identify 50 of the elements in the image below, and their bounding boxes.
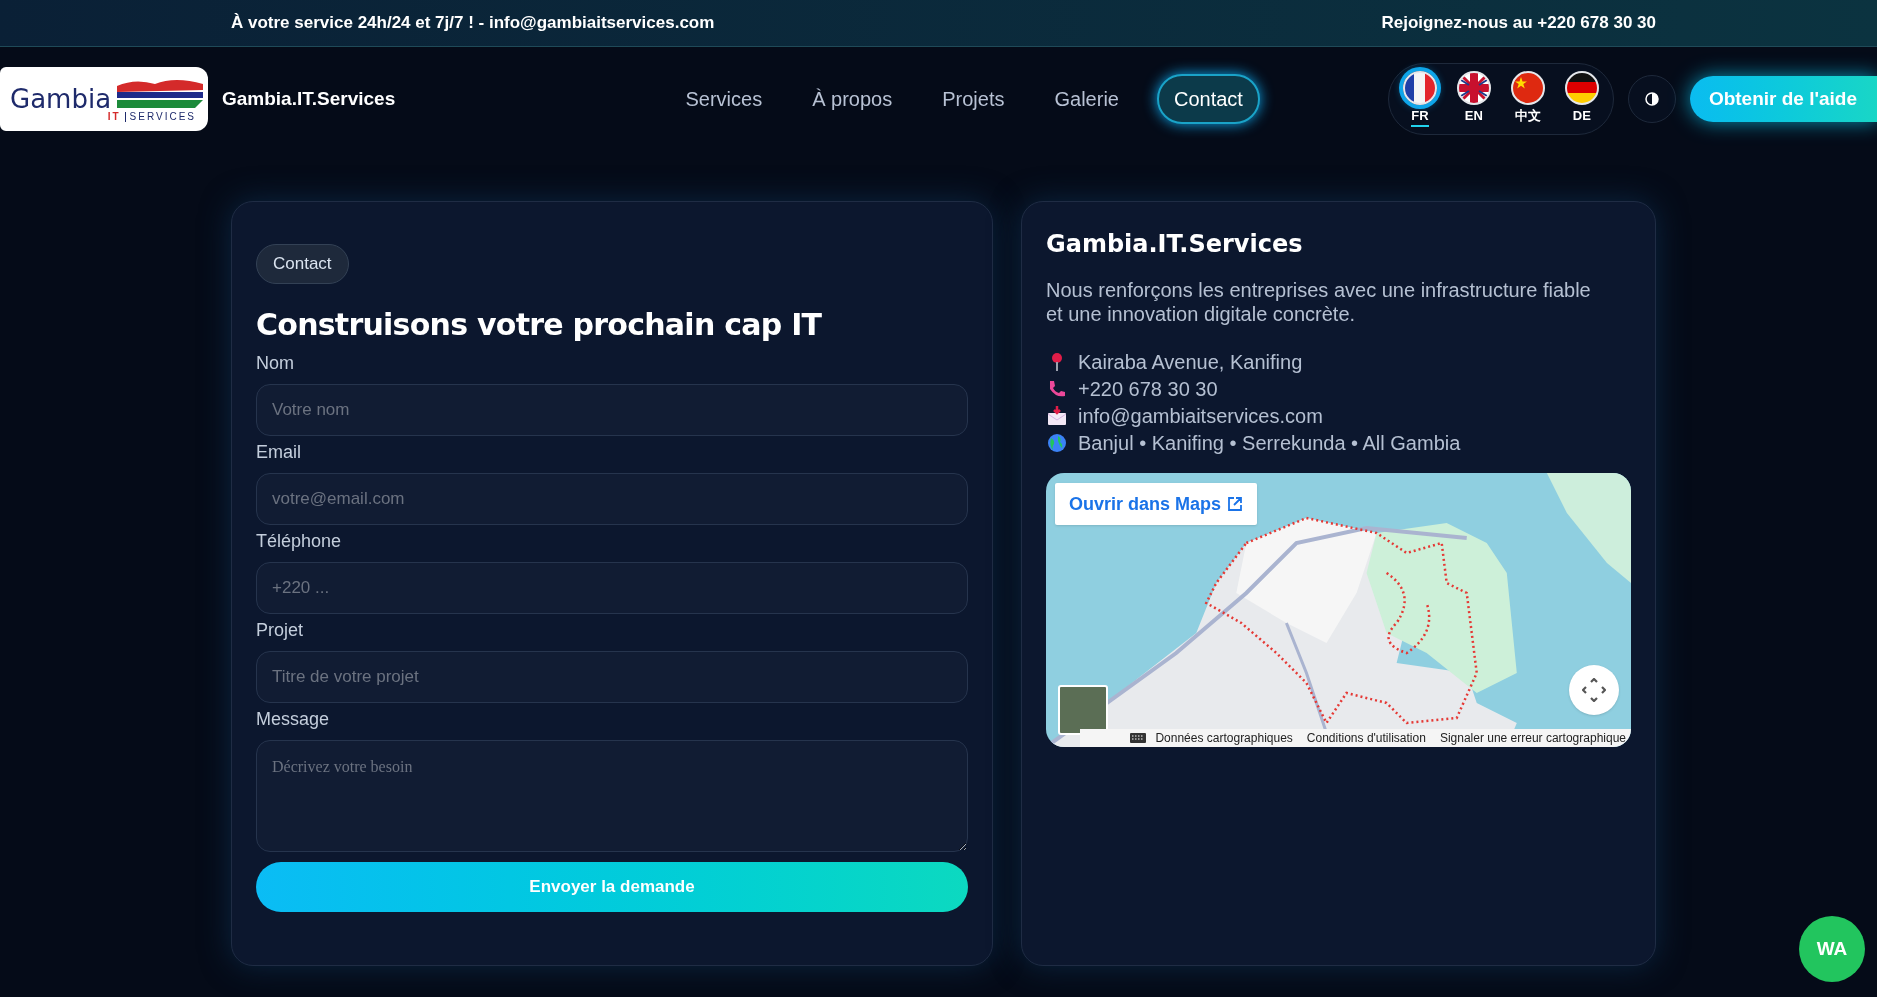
logo[interactable]: Gambia IT SERVICES [0, 67, 208, 131]
contact-detail: Kairaba Avenue, Kanifing [1078, 349, 1303, 375]
company-description: Nous renforçons les entreprises avec une infrastructure fiable et une innovation digitale concrète. [1046, 278, 1592, 326]
contrast-icon [1644, 92, 1659, 106]
service-hours-text: À votre service 24h/24 et 7j/7 ! - info@gambiaitservices.com [231, 12, 715, 35]
input-field[interactable]: +220 ... [256, 561, 968, 614]
phone-text: Rejoignez-nous au +220 678 30 30 [1381, 12, 1656, 35]
theme-toggle-button[interactable] [1627, 75, 1676, 123]
satellite-view-thumbnail[interactable] [1058, 685, 1108, 735]
section-badge: Contact [256, 244, 349, 284]
logo-wordmark: Gambia [10, 86, 112, 112]
language-option[interactable]: 中文 [1510, 70, 1545, 128]
flag-icon [1510, 70, 1545, 105]
flag-icon [1456, 70, 1491, 105]
language-option[interactable]: FR [1402, 70, 1437, 128]
company-name: Gambia.IT.Services [1046, 229, 1304, 260]
field-label: Projet [256, 618, 305, 642]
expand-icon [1582, 678, 1606, 702]
map-attribution-link[interactable]: Données cartographiques [1150, 729, 1298, 747]
message-field[interactable]: Décrivez votre besoin [256, 739, 968, 852]
field-label: Message [256, 707, 331, 731]
brand-name[interactable]: Gambia.IT.Services [222, 84, 396, 114]
map-attribution-link[interactable]: Signaler une erreur cartographique [1434, 729, 1631, 747]
external-link-icon [1227, 496, 1244, 512]
field-label: Téléphone [256, 529, 343, 553]
nav-link[interactable]: À propos [800, 76, 905, 122]
nav-link[interactable]: Services [673, 76, 775, 122]
flag-icon [1564, 70, 1599, 105]
contact-detail: Banjul • Kanifing • Serrekunda • All Gambia [1078, 430, 1461, 456]
language-option[interactable]: DE [1564, 70, 1599, 128]
contact-detail: info@gambiaitservices.com [1078, 403, 1323, 429]
input-field[interactable]: votre@email.com [256, 472, 968, 525]
contact-detail: +220 678 30 30 [1078, 376, 1218, 402]
mail-icon [1046, 404, 1068, 427]
globe-icon [1046, 431, 1068, 454]
form-heading: Construisons votre prochain cap IT [256, 305, 823, 344]
field-label: Nom [256, 351, 295, 375]
map-attribution-link[interactable]: Conditions d'utilisation [1301, 729, 1431, 747]
nav-link[interactable]: Contact [1156, 74, 1260, 124]
field-label: Email [256, 440, 302, 464]
nav-link[interactable]: Galerie [1042, 76, 1131, 122]
logo-tagline: SERVICES [129, 112, 196, 122]
input-field[interactable]: Titre de votre projet [256, 650, 968, 703]
keyboard-icon [1130, 733, 1147, 743]
input-field[interactable]: Votre nom [256, 383, 968, 436]
logo-tagline: IT [107, 112, 121, 122]
language-option[interactable]: EN [1456, 70, 1491, 128]
flag-icon [1402, 70, 1437, 105]
open-in-maps-button[interactable]: Ouvrir dans Maps [1055, 483, 1258, 525]
nav-link[interactable]: Projets [930, 76, 1017, 122]
